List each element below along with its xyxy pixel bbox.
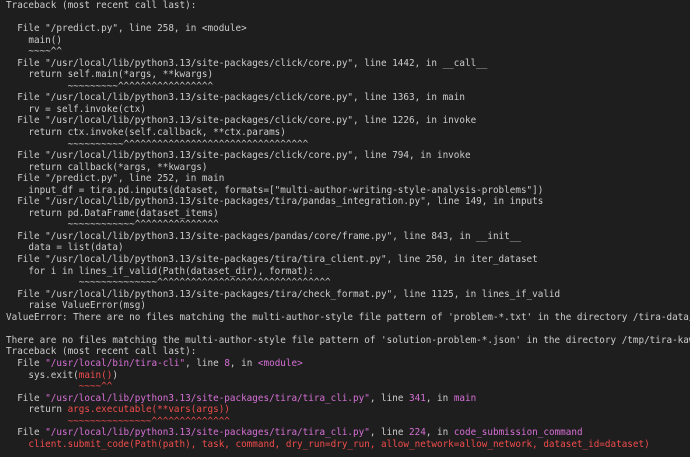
line-segment: return self.main(*args, **kwargs) [6, 69, 214, 81]
line-segment: File [6, 357, 46, 369]
line-segment: <module> [257, 357, 303, 369]
terminal-line: sys.exit(main()) [6, 370, 690, 382]
terminal-line: ~~~~~~~~~^^^^^^^^^^^^^^^^^ [6, 81, 690, 93]
line-segment: input_df = tira.pd.inputs(dataset, forma… [6, 184, 544, 196]
line-segment: File "/predict.py", line 252, in main [6, 173, 225, 185]
terminal-line: File "/predict.py", line 258, in <module… [6, 23, 690, 35]
terminal-line: Traceback (most recent call last): [6, 0, 690, 12]
terminal-line: client.submit_code(Path(path), task, com… [6, 439, 690, 451]
line-segment: There are no files matching the multi-au… [6, 334, 690, 346]
line-segment: File "/usr/local/lib/python3.13/site-pac… [6, 254, 538, 266]
line-segment: ~~~~^^ [6, 381, 113, 393]
terminal-line: File "/usr/local/lib/python3.13/site-pac… [6, 427, 690, 439]
line-segment [6, 439, 28, 450]
line-segment: client.submit_code(Path(path), task, com… [28, 438, 650, 450]
line-segment: ~~~~~~~~~^^^^^^^^^^^^^^^^^ [6, 80, 214, 92]
terminal-line: File "/usr/local/bin/tira-cli", line 8, … [6, 358, 690, 370]
terminal-line: rv = self.invoke(ctx) [6, 104, 690, 116]
terminal-line: File "/usr/local/lib/python3.13/site-pac… [6, 92, 690, 104]
line-segment: 224 [409, 427, 426, 439]
line-segment: code_submission_command [453, 427, 583, 439]
terminal-line: ValueError: There are no files matching … [6, 312, 690, 324]
line-segment: rv = self.invoke(ctx) [6, 103, 146, 115]
terminal-line: ~~~~~~~~~~~~~~^^^^^^^^^^^^^^^^^^^^^^^^^^… [6, 277, 690, 289]
terminal-line: Traceback (most recent call last): [6, 346, 690, 358]
line-segment: args.executable(**vars(args)) [67, 404, 230, 416]
terminal-line: return callback(*args, **kwargs) [6, 162, 690, 174]
terminal-line: raise ValueError(msg) [6, 300, 690, 312]
line-segment: , line [369, 392, 410, 404]
terminal-line: File "/usr/local/lib/python3.13/site-pac… [6, 393, 690, 405]
line-segment: main() [6, 34, 62, 46]
line-segment: 341 [409, 392, 426, 404]
line-segment: main() [78, 369, 113, 381]
line-segment: Traceback (most recent call last): [6, 0, 197, 11]
terminal-line: return args.executable(**vars(args)) [6, 404, 690, 416]
terminal-line: There are no files matching the multi-au… [6, 335, 690, 347]
line-segment: "/usr/local/bin/tira-cli" [45, 357, 186, 369]
terminal-line: File "/usr/local/lib/python3.13/site-pac… [6, 231, 690, 243]
line-segment: ValueError: There are no files matching … [6, 311, 690, 323]
line-segment: , in [425, 427, 454, 439]
line-segment: File "/usr/local/lib/python3.13/site-pac… [6, 57, 488, 69]
line-segment: ) [112, 369, 118, 381]
line-segment: File [6, 392, 46, 404]
terminal-line: for i in lines_if_valid(Path(dataset_dir… [6, 266, 690, 278]
line-segment: data = list(data) [6, 242, 124, 254]
terminal-line: ~~~~~~~~~~~~^^^^^^^^^^^^^^^ [6, 219, 690, 231]
terminal-line: ~~~~^^ [6, 46, 690, 58]
line-segment: "/usr/local/lib/python3.13/site-packages… [45, 427, 370, 439]
terminal-line: ~~~~~~~~~~~~~~~^^^^^^^^^^^^^^ [6, 416, 690, 428]
line-segment: return callback(*args, **kwargs) [6, 161, 208, 173]
terminal-line: ~~~~^^ [6, 381, 690, 393]
line-segment: File "/usr/local/lib/python3.13/site-pac… [6, 196, 544, 208]
terminal-line: File "/usr/local/lib/python3.13/site-pac… [6, 254, 690, 266]
line-segment: Traceback (most recent call last): [6, 346, 197, 358]
line-segment: ~~~~^^ [6, 46, 62, 58]
terminal-line: return self.main(*args, **kwargs) [6, 69, 690, 81]
terminal-line: ~~~~~~~~~~^^^^^^^^^^^^^^^^^^^^^^^^^^^^^^… [6, 139, 690, 151]
terminal-line: File "/usr/local/lib/python3.13/site-pac… [6, 115, 690, 127]
line-segment: File "/predict.py", line 258, in <module… [6, 23, 247, 35]
line-segment: , line [369, 427, 410, 439]
line-segment: File "/usr/local/lib/python3.13/site-pac… [6, 92, 465, 104]
terminal-output[interactable]: Traceback (most recent call last): File … [0, 0, 690, 457]
line-segment: "/usr/local/lib/python3.13/site-packages… [45, 392, 370, 404]
terminal-line: File "/predict.py", line 252, in main [6, 173, 690, 185]
terminal-line: input_df = tira.pd.inputs(dataset, forma… [6, 185, 690, 197]
line-segment: return pd.DataFrame(dataset_items) [6, 207, 219, 219]
line-segment: File [6, 427, 46, 439]
terminal-line: File "/usr/local/lib/python3.13/site-pac… [6, 150, 690, 162]
line-segment: return [6, 404, 68, 416]
line-segment: File "/usr/local/lib/python3.13/site-pac… [6, 230, 521, 242]
line-segment: ~~~~~~~~~~^^^^^^^^^^^^^^^^^^^^^^^^^^^^^^… [6, 138, 309, 150]
line-segment: ~~~~~~~~~~~~~~~^^^^^^^^^^^^^^ [6, 415, 230, 427]
terminal-line: File "/usr/local/lib/python3.13/site-pac… [6, 196, 690, 208]
line-segment: File "/usr/local/lib/python3.13/site-pac… [6, 288, 561, 300]
line-segment: sys.exit( [6, 369, 79, 381]
line-segment: , in [229, 357, 258, 369]
terminal-line: File "/usr/local/lib/python3.13/site-pac… [6, 289, 690, 301]
line-segment: File "/usr/local/lib/python3.13/site-pac… [6, 150, 471, 162]
line-segment: raise ValueError(msg) [6, 300, 146, 312]
line-segment: for i in lines_if_valid(Path(dataset_dir… [6, 265, 314, 277]
line-segment: File "/usr/local/lib/python3.13/site-pac… [6, 115, 477, 127]
line-segment: , in [425, 392, 454, 404]
line-segment: main [453, 392, 477, 404]
terminal-line: File "/usr/local/lib/python3.13/site-pac… [6, 58, 690, 70]
line-segment: ~~~~~~~~~~~~^^^^^^^^^^^^^^^ [6, 219, 219, 231]
terminal-line: main() [6, 35, 690, 47]
terminal-line: return ctx.invoke(self.callback, **ctx.p… [6, 127, 690, 139]
terminal-line: return pd.DataFrame(dataset_items) [6, 208, 690, 220]
terminal-line: data = list(data) [6, 242, 690, 254]
line-segment: return ctx.invoke(self.callback, **ctx.p… [6, 127, 286, 139]
line-segment: , line [185, 357, 225, 369]
line-segment: ~~~~~~~~~~~~~~^^^^^^^^^^^^^^^^^^^^^^^^^^… [6, 277, 331, 289]
